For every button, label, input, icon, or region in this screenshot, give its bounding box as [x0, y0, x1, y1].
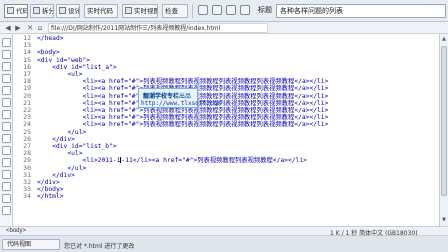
properties-panel: 代码视图 您已对 *.html 进行了更改: [0, 236, 448, 252]
wrap-tag-icon[interactable]: [2, 170, 11, 179]
code-line: </div>: [37, 179, 60, 186]
expand-all-icon[interactable]: [2, 74, 11, 83]
move-css-icon[interactable]: [2, 194, 11, 203]
collapse-tag-icon[interactable]: [2, 50, 11, 59]
remove-comment-icon[interactable]: [2, 158, 11, 167]
title-label: 标题: [258, 6, 272, 14]
design-view-button[interactable]: 设计: [56, 4, 80, 18]
inspect-button[interactable]: 检查: [162, 4, 188, 18]
design-icon: [59, 7, 66, 14]
panel-hint: 您已对 *.html 进行了更改: [64, 243, 135, 250]
vertical-scrollbar[interactable]: ▲ ▼: [439, 34, 448, 226]
collapse-selection-icon[interactable]: [2, 62, 11, 71]
visual-aids-icon[interactable]: [240, 5, 250, 15]
apply-comment-icon[interactable]: [2, 146, 11, 155]
code-line: <body>: [37, 49, 60, 57]
highlight-invalid-icon[interactable]: [2, 122, 11, 131]
scroll-thumb[interactable]: [441, 46, 447, 196]
view-options-icon[interactable]: [226, 5, 236, 15]
watermark-title: 靓潮学校专栏: [143, 93, 180, 100]
forward-icon[interactable]: ▶: [14, 24, 22, 32]
address-field[interactable]: file:///D|/网站制作/2011网站制作三/列表视频教程/index.h…: [48, 23, 268, 33]
balance-braces-icon[interactable]: [2, 98, 11, 107]
syntax-error-icon[interactable]: [2, 134, 11, 143]
open-documents-icon[interactable]: [2, 38, 11, 47]
split-icon: [33, 7, 40, 14]
live-view-icon: [125, 7, 132, 14]
code-line: <div id="web">: [37, 56, 91, 64]
tag-selector[interactable]: <body>: [6, 228, 26, 234]
back-icon[interactable]: ◀: [4, 24, 12, 32]
line-numbers-icon[interactable]: [2, 110, 11, 119]
code-line: <div id="list_a">: [37, 63, 117, 71]
status-bar: <body> 1 K / 1 秒 简体中文 (GB18030): [0, 226, 448, 237]
home-icon[interactable]: ⌂: [36, 24, 44, 32]
line-number: 34: [23, 192, 31, 201]
code-editor[interactable]: </head> <body> <div id="web"> <div id="l…: [33, 34, 439, 226]
indent-code-icon[interactable]: [2, 206, 11, 215]
code-line: <li><a href="#">列表视频教程列表视频教程列表视频教程列表视频教程…: [37, 121, 329, 129]
scroll-up-icon[interactable]: ▲: [440, 35, 448, 43]
title-input[interactable]: 各种各样问题的列表: [276, 4, 446, 18]
refresh-icon[interactable]: [212, 5, 222, 15]
line-number-gutter: 12 13 14 15 16 17 18 19 20 21 22 23 24 2…: [13, 34, 33, 226]
code-line: </div>: [37, 135, 75, 143]
watermark-url: http://www.tlxsoft.com: [141, 100, 221, 107]
code-line: </html>: [37, 193, 64, 201]
code-line: <div id="list_b">: [37, 143, 117, 150]
code-line: </ul>: [37, 128, 87, 136]
watermark-overlay: 靓潮学校专栏 出品 http://www.tlxsoft.com: [138, 88, 220, 108]
live-code-button[interactable]: 实时代码: [84, 4, 118, 18]
toolbar-separator: [192, 4, 193, 18]
scroll-down-icon[interactable]: ▼: [440, 216, 448, 224]
stop-icon[interactable]: ✕: [26, 24, 34, 32]
panel-tab[interactable]: 代码视图: [2, 239, 60, 250]
code-line: </div>: [37, 171, 75, 179]
code-view-button[interactable]: 代码: [4, 4, 28, 18]
live-view-button[interactable]: 实时视图: [122, 4, 158, 18]
globe-icon[interactable]: [198, 5, 208, 15]
split-view-button[interactable]: 拆分: [30, 4, 54, 18]
watermark-subtitle: 出品: [179, 93, 192, 100]
recent-snippets-icon[interactable]: [2, 182, 11, 191]
code-line-current: <li>2011-1-11</li><a href="#">列表视频教程列表视频…: [37, 157, 307, 165]
address-bar: ◀ ▶ ✕ ⌂ file:///D|/网站制作/2011网站制作三/列表视频教程…: [0, 22, 448, 34]
document-toolbar: 代码 拆分 设计 实时代码 实时视图 检查 标题 各种各样问题的列表: [0, 0, 448, 22]
code-line: </body>: [37, 186, 64, 194]
coding-toolbar: [0, 34, 13, 226]
code-icon: [7, 7, 14, 14]
code-line: </head>: [37, 35, 64, 42]
code-line: </ul>: [37, 164, 87, 172]
select-parent-tag-icon[interactable]: [2, 86, 11, 95]
